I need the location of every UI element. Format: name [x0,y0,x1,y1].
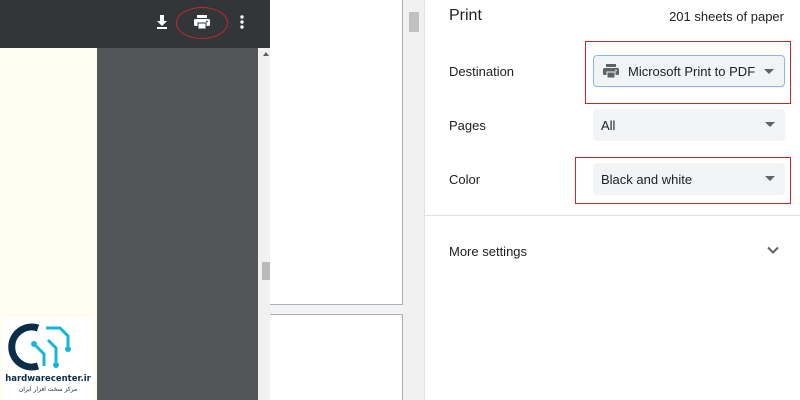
destination-highlight-box [585,41,791,104]
chevron-down-icon [767,246,779,254]
scroll-up-arrow-icon[interactable] [263,52,269,56]
logo-tagline: مرکز سخت افزار ایران [18,386,78,393]
pages-select[interactable]: All [593,109,785,141]
download-button[interactable] [148,8,176,36]
pdf-toolbar [0,0,270,48]
preview-page [270,0,403,305]
more-settings-toggle[interactable]: More settings [425,234,800,270]
sheets-count: 201 sheets of paper [669,9,784,24]
preview-scrollbar-thumb[interactable] [409,12,419,32]
preview-page [270,314,403,400]
print-settings-panel: Print 201 sheets of paper Destination Mi… [424,0,800,400]
print-highlight-circle [176,7,228,39]
logo-name: hardwarecenter.ir [5,374,91,384]
divider [425,215,800,216]
pages-value: All [601,117,616,133]
viewer-scrollbar[interactable] [258,48,270,400]
more-options-button[interactable] [228,8,256,36]
logo-mark-icon [8,323,71,371]
more-settings-label: More settings [449,244,528,259]
screen: hardwarecenter.ir مرکز سخت افزار ایران P… [0,0,800,400]
color-highlight-box [575,157,791,204]
destination-label: Destination [449,64,515,79]
more-vert-icon [240,15,244,29]
logo: hardwarecenter.ir مرکز سخت افزار ایران [2,318,94,400]
download-icon [157,15,167,29]
color-label: Color [449,172,481,187]
dropdown-arrow-icon [765,122,775,127]
pages-label: Pages [449,118,486,133]
viewer-scrollbar-thumb[interactable] [262,262,270,280]
preview-scrollbar[interactable] [403,0,424,400]
print-title: Print [449,7,482,24]
